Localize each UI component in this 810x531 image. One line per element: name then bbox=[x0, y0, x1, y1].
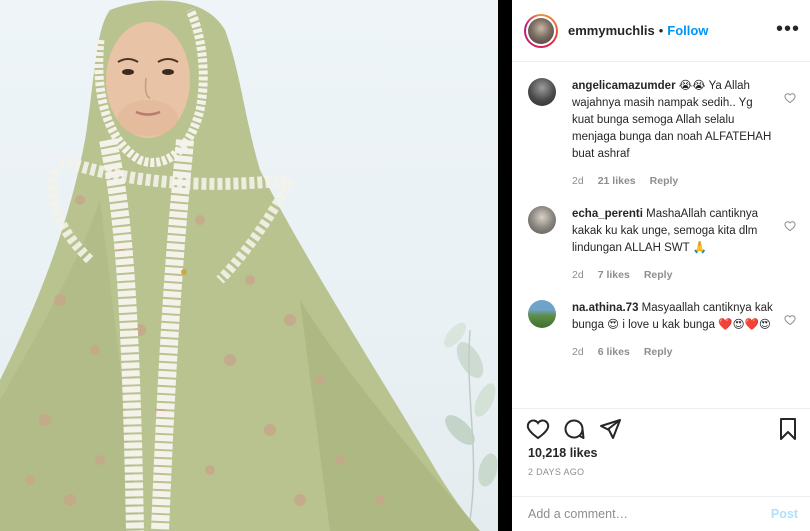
share-icon[interactable] bbox=[598, 417, 622, 441]
comment-meta: 2d 21 likes Reply bbox=[572, 173, 774, 190]
reply-button[interactable]: Reply bbox=[644, 267, 673, 284]
commenter-username[interactable]: echa_perenti bbox=[572, 208, 643, 220]
photo-divider bbox=[498, 0, 512, 531]
commenter-avatar[interactable] bbox=[528, 78, 556, 106]
commenter-avatar[interactable] bbox=[528, 300, 556, 328]
reply-button[interactable]: Reply bbox=[644, 344, 673, 361]
follow-button[interactable]: Follow bbox=[667, 23, 708, 38]
post-timestamp[interactable]: 2 DAYS AGO bbox=[528, 467, 584, 477]
post-header: emmymuchlis • Follow ••• bbox=[512, 0, 810, 62]
bookmark-icon[interactable] bbox=[776, 417, 800, 441]
post-actions-bar bbox=[512, 408, 810, 444]
commenter-avatar[interactable] bbox=[528, 206, 556, 234]
comments-list[interactable]: angelicamazumder 😭😭 Ya Allah wajahnya ma… bbox=[512, 62, 810, 408]
post-photo[interactable] bbox=[0, 0, 498, 531]
comment-like-heart-icon[interactable] bbox=[784, 314, 796, 326]
comment-age: 2d bbox=[572, 175, 584, 187]
comment-input[interactable] bbox=[528, 507, 771, 521]
decorative-leaves bbox=[443, 322, 498, 521]
commenter-username[interactable]: na.athina.73 bbox=[572, 302, 638, 314]
comment-text: 😭😭 Ya Allah wajahnya masih nampak sedih.… bbox=[572, 80, 772, 160]
post-comment-button[interactable]: Post bbox=[771, 507, 798, 521]
comment-like-heart-icon[interactable] bbox=[784, 92, 796, 104]
comment-item: echa_perenti MashaAllah cantiknya kakak … bbox=[512, 190, 810, 284]
comment-meta: 2d 6 likes Reply bbox=[572, 344, 774, 361]
comment-text-block: angelicamazumder 😭😭 Ya Allah wajahnya ma… bbox=[572, 78, 774, 163]
comment-likes[interactable]: 21 likes bbox=[598, 173, 636, 190]
likes-count[interactable]: 10,218 likes bbox=[528, 446, 598, 460]
comment-like-heart-icon[interactable] bbox=[784, 220, 796, 232]
post-details-panel: emmymuchlis • Follow ••• angelicamazumde… bbox=[512, 0, 810, 531]
author-avatar[interactable] bbox=[524, 13, 558, 48]
heart-icon[interactable] bbox=[526, 417, 550, 441]
comment-text-block: na.athina.73 Masyaallah cantiknya kak bu… bbox=[572, 300, 774, 334]
comment-icon[interactable] bbox=[562, 417, 586, 441]
author-username[interactable]: emmymuchlis bbox=[568, 23, 655, 38]
more-options-icon[interactable]: ••• bbox=[776, 18, 800, 41]
add-comment-bar: Post bbox=[512, 496, 810, 531]
reply-button[interactable]: Reply bbox=[650, 173, 679, 190]
comment-item: na.athina.73 Masyaallah cantiknya kak bu… bbox=[512, 284, 810, 361]
comment-text-block: echa_perenti MashaAllah cantiknya kakak … bbox=[572, 206, 774, 257]
post-image-illustration bbox=[0, 0, 498, 531]
comment-age: 2d bbox=[572, 269, 584, 281]
separator-dot: • bbox=[658, 23, 664, 38]
comment-likes[interactable]: 7 likes bbox=[598, 267, 630, 284]
commenter-username[interactable]: angelicamazumder bbox=[572, 80, 676, 92]
comment-meta: 2d 7 likes Reply bbox=[572, 267, 774, 284]
comment-age: 2d bbox=[572, 346, 584, 358]
comment-item: angelicamazumder 😭😭 Ya Allah wajahnya ma… bbox=[512, 62, 810, 190]
comment-likes[interactable]: 6 likes bbox=[598, 344, 630, 361]
